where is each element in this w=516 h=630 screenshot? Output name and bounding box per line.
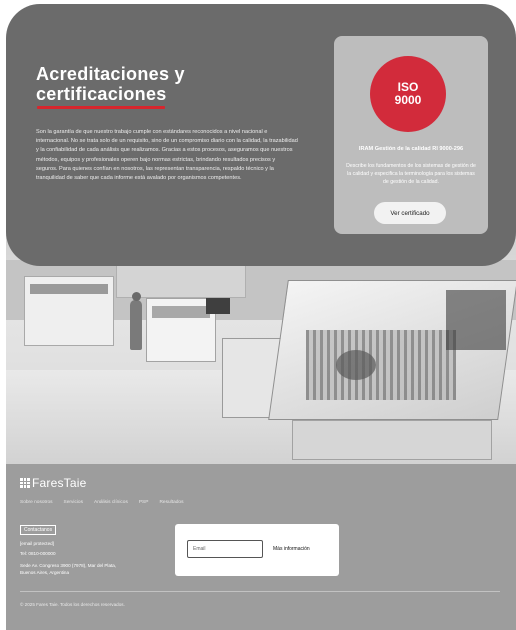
accreditations-section: Acreditaciones y certificaciones Son la … [6,4,516,266]
section-title: Acreditaciones y certificaciones [36,64,256,104]
section-title-line2: certificaciones [36,84,167,104]
contact-address-line2: Buenos Aires, Argentina [20,570,70,575]
newsletter-box: Más información [175,524,339,576]
contact-phone[interactable]: Tel: 0810-000000 [20,551,56,557]
iso-badge: ISO 9000 [370,56,446,132]
title-underline [37,106,165,109]
contact-email[interactable]: [email protected] [20,541,54,547]
footer-nav-item[interactable]: Resultados [159,500,183,505]
logo-grid-icon [20,478,30,488]
certificate-card: ISO 9000 IRAM Gestión de la calidad RI 9… [334,36,488,234]
footer-nav-item[interactable]: Servicios [64,500,83,505]
footer-nav-item[interactable]: Análisis clínicos [94,500,128,505]
view-certificate-button[interactable]: Ver certificado [374,202,446,224]
brand-name: FaresTaie [32,476,87,490]
section-description: Son la garantía de que nuestro trabajo c… [36,129,298,182]
contact-label: Contactanos [20,525,57,535]
more-info-button[interactable]: Más información [269,540,325,558]
brand-logo[interactable]: FaresTaie [20,476,87,490]
copyright-text: © 2025 Fares Taie. Todos los derechos re… [20,602,125,607]
footer-divider [20,591,500,592]
footer-nav: Sobre nosotros Servicios Análisis clínic… [20,500,183,505]
contact-address-line1: Sede Av. Congreso 3900 (7978), Mar del P… [20,563,117,568]
section-title-line1: Acreditaciones y [36,64,185,84]
certificate-title: IRAM Gestión de la calidad RI 9000-296 [358,146,464,152]
footer-nav-item[interactable]: PSP [139,500,149,505]
footer-nav-item[interactable]: Sobre nosotros [20,500,53,505]
iso-badge-line2: 9000 [394,93,422,107]
certificate-description: Describe los fundamentos de los sistemas… [346,163,476,185]
site-footer: FaresTaie Sobre nosotros Servicios Análi… [6,462,516,630]
email-input[interactable] [187,540,263,558]
